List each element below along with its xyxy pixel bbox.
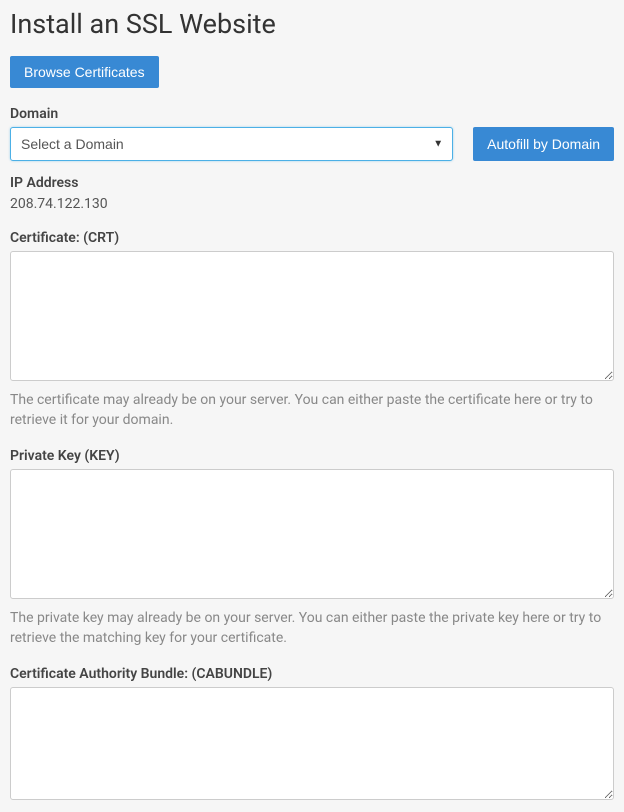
ip-address-value: 208.74.122.130 xyxy=(10,196,614,212)
browse-certificates-button[interactable]: Browse Certificates xyxy=(10,56,159,88)
autofill-by-domain-button[interactable]: Autofill by Domain xyxy=(473,127,614,161)
domain-select-wrap: Select a Domain ▼ xyxy=(10,127,453,161)
certificate-textarea[interactable] xyxy=(10,251,614,381)
cabundle-textarea[interactable] xyxy=(10,687,614,800)
certificate-help: The certificate may already be on your s… xyxy=(10,391,614,430)
domain-label: Domain xyxy=(10,106,614,122)
domain-select[interactable]: Select a Domain xyxy=(10,127,453,161)
cabundle-label: Certificate Authority Bundle: (CABUNDLE) xyxy=(10,666,614,682)
private-key-textarea[interactable] xyxy=(10,469,614,599)
ip-address-label: IP Address xyxy=(10,175,614,191)
private-key-help: The private key may already be on your s… xyxy=(10,609,614,648)
page-title: Install an SSL Website xyxy=(10,8,614,40)
private-key-label: Private Key (KEY) xyxy=(10,448,614,464)
certificate-label: Certificate: (CRT) xyxy=(10,230,614,246)
